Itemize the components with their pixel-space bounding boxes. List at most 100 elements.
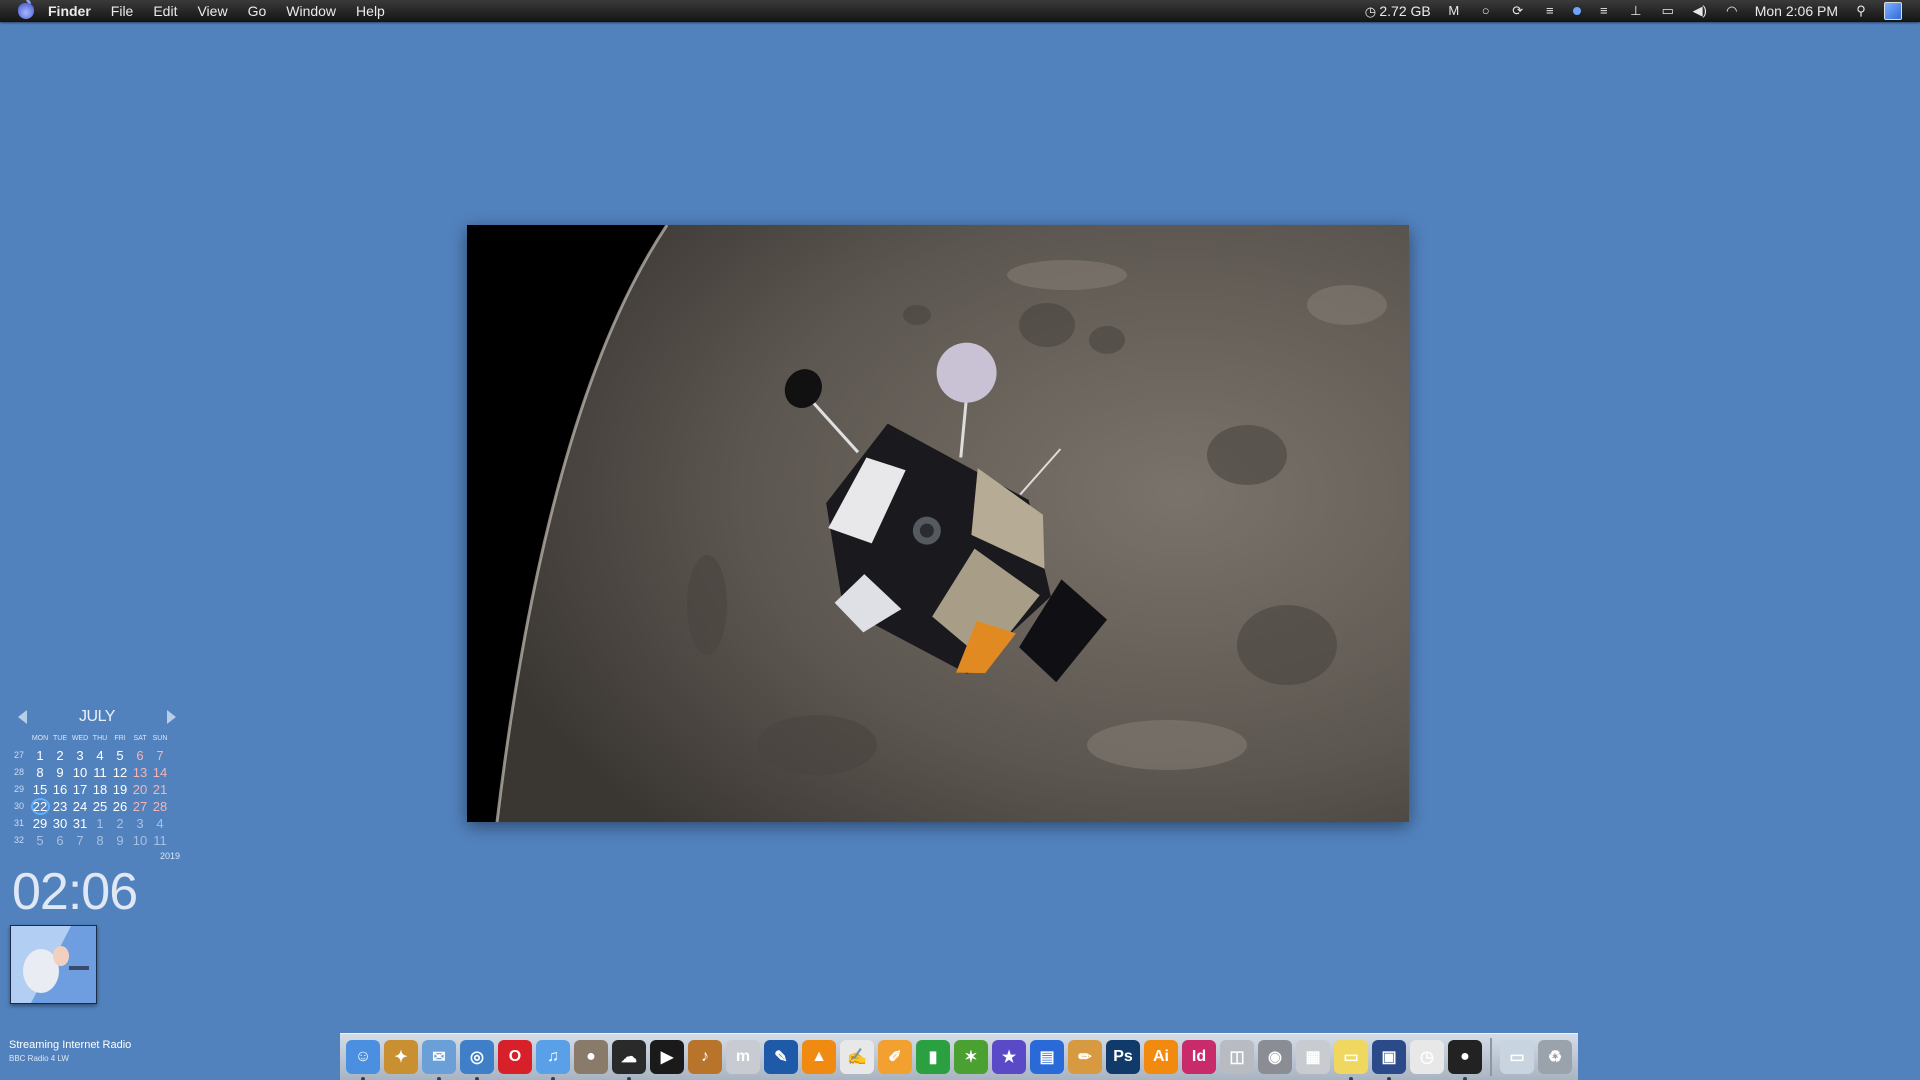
equals-icon[interactable]: ≡ (1541, 4, 1559, 18)
terminal-icon[interactable]: ▶ (650, 1040, 684, 1074)
calendar-day[interactable]: 20 (130, 781, 150, 798)
calendar-day[interactable]: 29 (30, 815, 50, 832)
vlc-icon[interactable]: ▲ (802, 1040, 836, 1074)
calendar-day[interactable]: 28 (150, 798, 170, 815)
calendar-day[interactable]: 21 (150, 781, 170, 798)
indesign-icon[interactable]: Id (1182, 1040, 1216, 1074)
calendar-day[interactable]: 17 (70, 781, 90, 798)
disk-utility-icon[interactable]: ◉ (1258, 1040, 1292, 1074)
next-month-icon[interactable] (167, 710, 176, 724)
volume-icon[interactable]: ◀) (1691, 4, 1709, 18)
mail-icon[interactable]: ✉ (422, 1040, 456, 1080)
menu-finder[interactable]: Finder (48, 3, 91, 19)
document-icon[interactable]: ▤ (1030, 1040, 1064, 1074)
calendar-day[interactable]: 12 (110, 764, 130, 781)
calendar-day[interactable]: 9 (50, 764, 70, 781)
calendar-day[interactable]: 8 (30, 764, 50, 781)
calendar-day[interactable]: 16 (50, 781, 70, 798)
calendar-day[interactable]: 31 (70, 815, 90, 832)
notification-icon[interactable] (1884, 2, 1902, 20)
calendar-day[interactable]: 4 (150, 815, 170, 832)
illustrator-icon[interactable]: Ai (1144, 1040, 1178, 1074)
album-art-widget[interactable] (10, 925, 97, 1004)
calendar-day[interactable]: 19 (110, 781, 130, 798)
spotlight-icon[interactable]: ⚲ (1852, 4, 1870, 18)
calendar-day[interactable]: 11 (150, 832, 170, 849)
musescore-icon[interactable]: m (726, 1040, 760, 1074)
calendar-day[interactable]: 23 (50, 798, 70, 815)
cloud-icon[interactable]: ☁ (612, 1040, 646, 1080)
network-tool-icon[interactable]: ✶ (954, 1040, 988, 1074)
prev-month-icon[interactable] (18, 710, 27, 724)
opera-icon[interactable]: O (498, 1040, 532, 1074)
menu-view[interactable]: View (197, 3, 227, 19)
numbers-icon[interactable]: ▮ (916, 1040, 950, 1074)
calendar-day[interactable]: 5 (110, 747, 130, 764)
imovie-icon[interactable]: ★ (992, 1040, 1026, 1074)
system-info-icon[interactable]: ◫ (1220, 1040, 1254, 1074)
calendar-day[interactable]: 7 (150, 747, 170, 764)
alfred-icon[interactable]: ● (1448, 1040, 1482, 1080)
itunes-icon[interactable]: ♫ (536, 1040, 570, 1080)
equals-icon[interactable]: ≡ (1595, 4, 1613, 18)
calendar-day[interactable]: 2 (110, 815, 130, 832)
clock-icon[interactable]: ◷ (1410, 1040, 1444, 1074)
calendar-day[interactable]: 14 (150, 764, 170, 781)
pen-icon[interactable]: ✎ (764, 1040, 798, 1074)
calendar-day[interactable]: 8 (90, 832, 110, 849)
calendar-day[interactable]: 7 (70, 832, 90, 849)
calendar-day[interactable]: 5 (30, 832, 50, 849)
garageband-icon[interactable]: ♪ (688, 1040, 722, 1074)
malwarebytes-icon[interactable]: M (1445, 4, 1463, 18)
circle-icon[interactable]: ○ (1477, 4, 1495, 18)
calendar-day[interactable]: 27 (130, 798, 150, 815)
script-editor-icon[interactable]: ✏ (1068, 1040, 1102, 1074)
calendar-day[interactable]: 4 (90, 747, 110, 764)
menu-help[interactable]: Help (356, 3, 385, 19)
calendar-day[interactable]: 13 (130, 764, 150, 781)
calculator-icon[interactable]: ▦ (1296, 1040, 1330, 1074)
radio-widget[interactable]: Streaming Internet Radio BBC Radio 4 LW (9, 1039, 131, 1063)
airplay-icon[interactable]: ▭ (1659, 4, 1677, 18)
sync-icon[interactable]: ⟳ (1509, 4, 1527, 18)
trash-icon[interactable]: ♻ (1538, 1040, 1572, 1074)
pages-icon[interactable]: ✐ (878, 1040, 912, 1074)
calendar-day[interactable]: 2 (50, 747, 70, 764)
downloads-folder-icon[interactable]: ▭ (1500, 1040, 1534, 1074)
menu-go[interactable]: Go (248, 3, 267, 19)
calendar-day[interactable]: 26 (110, 798, 130, 815)
calendar-day[interactable]: 10 (70, 764, 90, 781)
menubar-clock[interactable]: Mon 2:06 PM (1755, 3, 1838, 19)
calendar-day[interactable]: 10 (130, 832, 150, 849)
calendar-day[interactable]: 15 (30, 781, 50, 798)
photoshop-icon[interactable]: Ps (1106, 1040, 1140, 1074)
planet-icon[interactable]: ● (574, 1040, 608, 1074)
network-icon[interactable]: ⊥ (1627, 4, 1645, 18)
calendar-day[interactable]: 6 (130, 747, 150, 764)
window-manager-icon[interactable]: ▣ (1372, 1040, 1406, 1080)
calendar-day[interactable]: 9 (110, 832, 130, 849)
apple-menu-icon[interactable] (18, 0, 34, 19)
calendar-day[interactable]: 6 (50, 832, 70, 849)
finder-icon[interactable]: ☺ (346, 1040, 380, 1080)
calendar-day[interactable]: 24 (70, 798, 90, 815)
textedit-icon[interactable]: ✍ (840, 1040, 874, 1074)
calendar-day[interactable]: 25 (90, 798, 110, 815)
calendar-day[interactable]: 1 (30, 747, 50, 764)
calendar-day[interactable]: 30 (50, 815, 70, 832)
blue-dot-icon[interactable] (1572, 7, 1581, 15)
wifi-icon[interactable]: ◠ (1723, 4, 1741, 18)
stickies-icon[interactable]: ▭ (1334, 1040, 1368, 1080)
calendar-day[interactable]: 3 (70, 747, 90, 764)
menu-edit[interactable]: Edit (153, 3, 177, 19)
calendar-day[interactable]: 22 (30, 798, 50, 815)
menu-file[interactable]: File (111, 3, 134, 19)
app-store-box-icon[interactable]: ✦ (384, 1040, 418, 1074)
calendar-day[interactable]: 3 (130, 815, 150, 832)
calendar-day[interactable]: 11 (90, 764, 110, 781)
menu-window[interactable]: Window (286, 3, 336, 19)
safari-icon[interactable]: ◎ (460, 1040, 494, 1080)
calendar-day[interactable]: 18 (90, 781, 110, 798)
memory-status[interactable]: ◷ 2.72 GB (1361, 3, 1431, 19)
calendar-day[interactable]: 1 (90, 815, 110, 832)
